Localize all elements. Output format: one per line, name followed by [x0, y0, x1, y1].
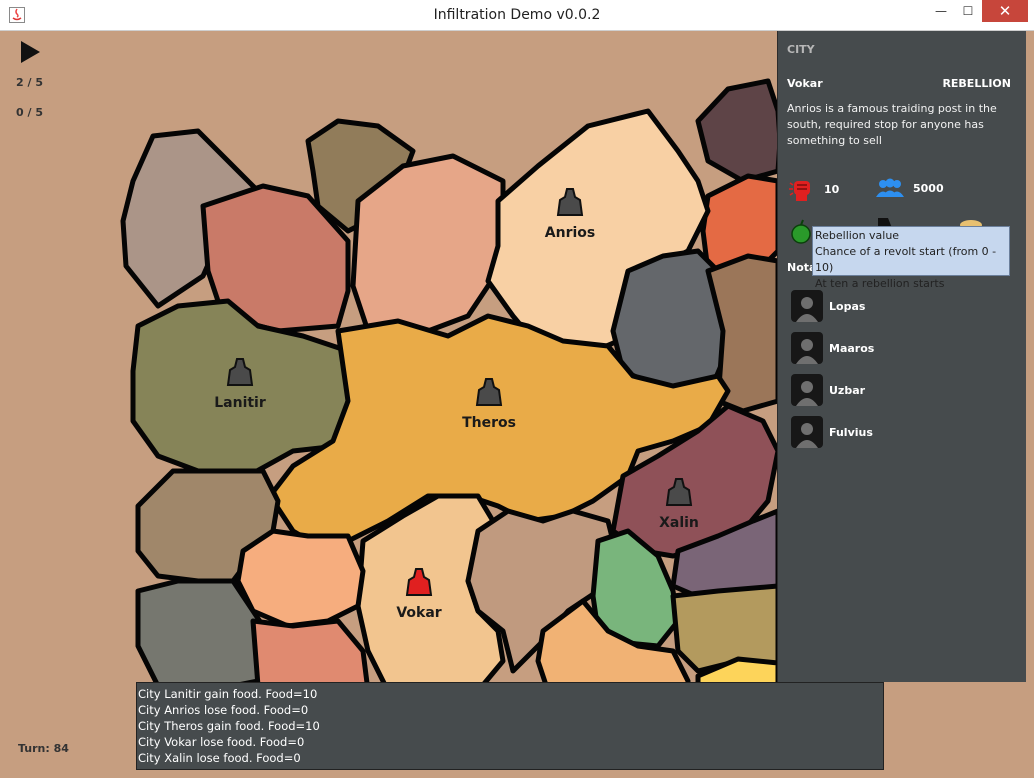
apple-icon	[791, 219, 811, 244]
notable-name: Fulvius	[829, 425, 873, 439]
turn-counter: Turn: 84	[18, 742, 69, 755]
notable-item[interactable]: Uzbar	[791, 374, 865, 406]
fist-icon	[789, 181, 810, 201]
person-icon	[796, 423, 818, 448]
maximize-button[interactable]: ☐	[953, 0, 983, 22]
notable-item[interactable]: Maaros	[791, 332, 874, 364]
notable-name: Uzbar	[829, 383, 866, 397]
rebellion-tooltip: Rebellion value Chance of a revolt start…	[812, 226, 1010, 290]
window-title: Infiltration Demo v0.0.2	[433, 7, 601, 23]
population-icon	[876, 178, 904, 197]
selected-city-name: Vokar	[787, 77, 823, 90]
app-window: Infiltration Demo v0.0.2 — ☐ ✕ Anrios La…	[0, 0, 1034, 778]
city-label-anrios: Anrios	[545, 225, 595, 241]
title-bar[interactable]: Infiltration Demo v0.0.2 — ☐ ✕	[0, 0, 1034, 31]
city-info-panel: CITY Vokar REBELLION Anrios is a famous …	[777, 31, 1026, 682]
population-stat[interactable]: 5000	[875, 178, 944, 198]
notable-item[interactable]: Lopas	[791, 290, 865, 322]
notable-item[interactable]: Fulvius	[791, 416, 873, 448]
person-icon	[796, 339, 818, 364]
agents-counter: 2 / 5	[16, 76, 43, 89]
city-label-vokar: Vokar	[396, 605, 441, 621]
rebellion-value: 10	[824, 182, 840, 196]
city-state-badge: REBELLION	[942, 77, 1011, 90]
notable-name: Maaros	[829, 341, 875, 355]
city-label-theros: Theros	[462, 415, 516, 431]
minimize-button[interactable]: —	[926, 0, 956, 22]
rebellion-stat[interactable]: 10	[788, 175, 839, 203]
log-line: City Lanitir gain food. Food=10	[138, 687, 318, 701]
notable-name: Lopas	[829, 299, 866, 313]
person-icon	[796, 381, 818, 406]
person-icon	[796, 297, 818, 322]
city-description: Anrios is a famous traiding post in the …	[787, 102, 997, 147]
region-khaki[interactable]	[670, 583, 781, 674]
region-peach-west[interactable]	[235, 528, 366, 629]
play-icon[interactable]	[18, 40, 42, 64]
avatar	[791, 290, 823, 322]
tooltip-line: Rebellion value	[815, 229, 900, 242]
region-salmon-south[interactable]	[250, 618, 371, 694]
avatar	[791, 332, 823, 364]
city-label-xalin: Xalin	[659, 515, 699, 531]
avatar	[791, 374, 823, 406]
log-line: City Anrios lose food. Food=0	[138, 703, 309, 717]
avatar	[791, 416, 823, 448]
close-button[interactable]: ✕	[982, 0, 1028, 22]
city-label-lanitir: Lanitir	[214, 395, 266, 411]
tooltip-line: At ten a rebellion starts	[815, 277, 945, 290]
population-value: 5000	[913, 181, 944, 195]
actions-counter: 0 / 5	[16, 106, 43, 119]
log-line: City Vokar lose food. Food=0	[138, 735, 305, 749]
tooltip-line: Chance of a revolt start (from 0 - 10)	[815, 245, 997, 274]
panel-heading: CITY	[787, 43, 815, 56]
log-line: City Theros gain food. Food=10	[138, 719, 320, 733]
region-northeast[interactable]	[695, 78, 783, 184]
log-line: City Xalin lose food. Food=0	[138, 751, 301, 765]
event-log[interactable]: City Lanitir gain food. Food=10 City Anr…	[136, 682, 884, 770]
